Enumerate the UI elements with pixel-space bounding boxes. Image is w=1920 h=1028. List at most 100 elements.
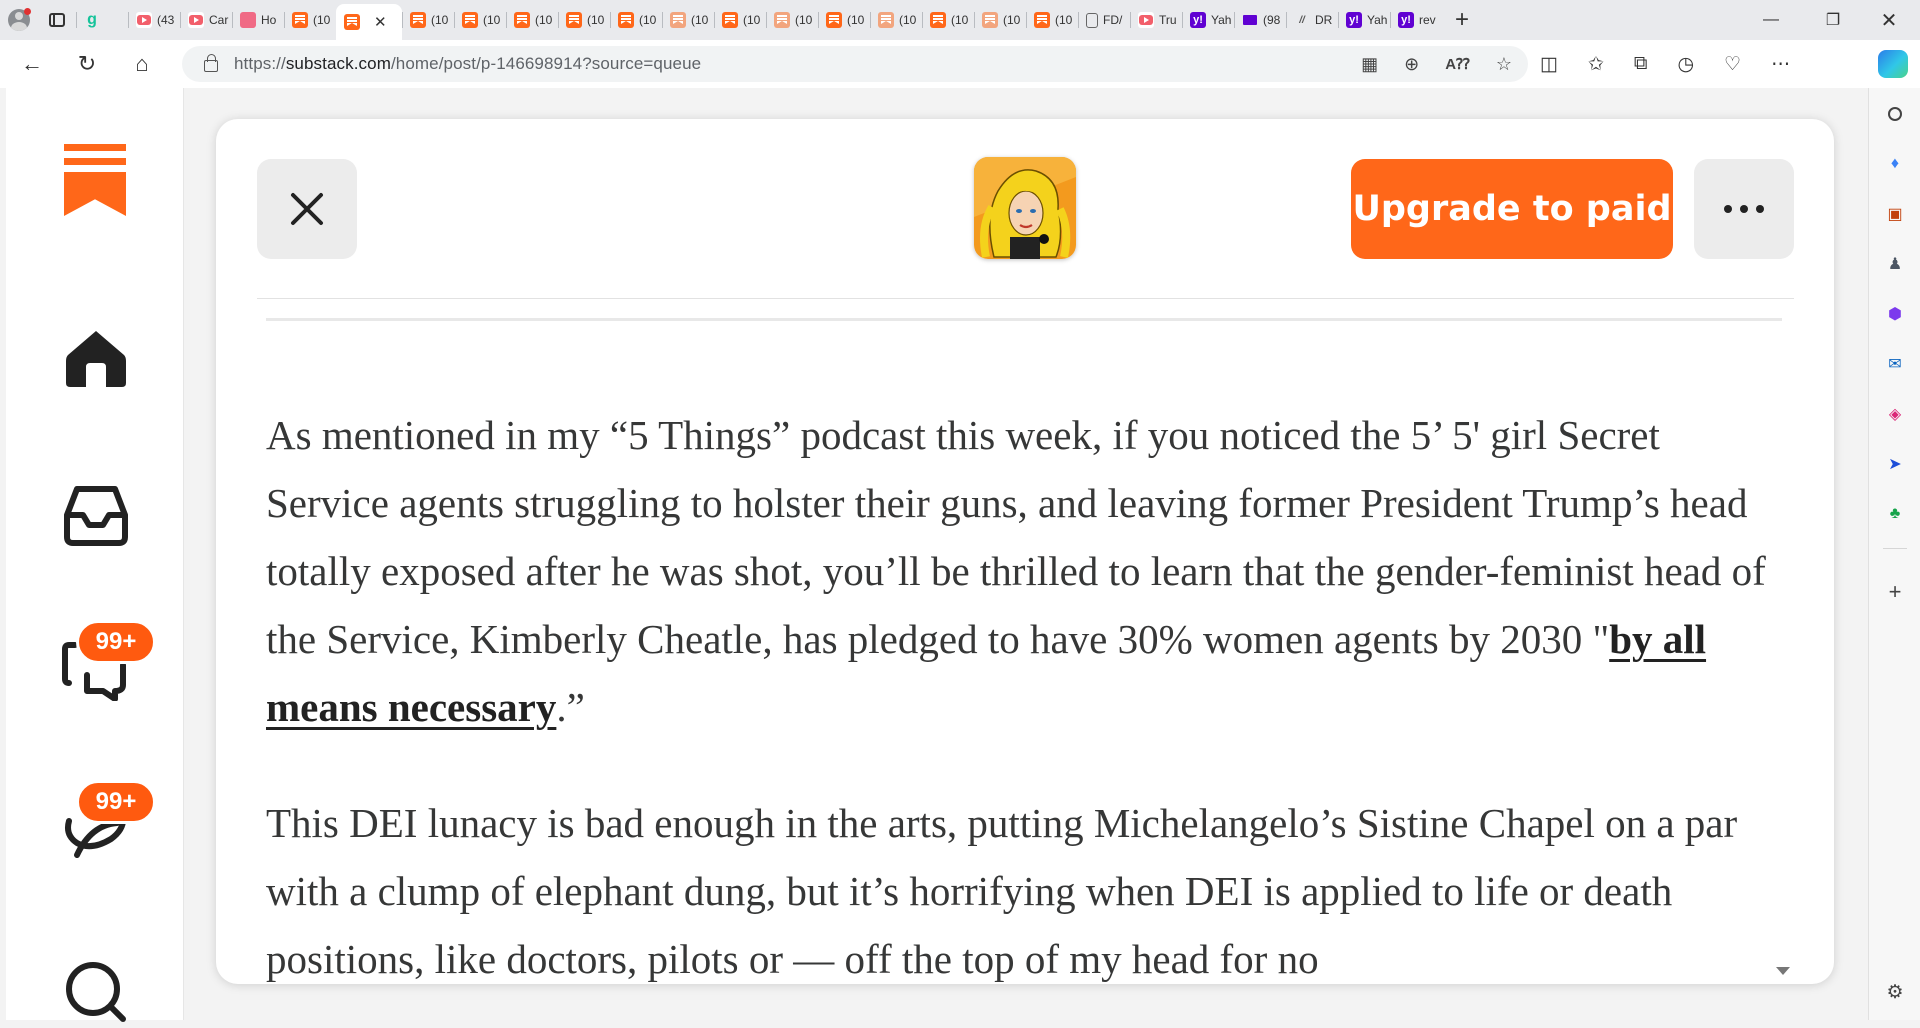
substack-icon (618, 12, 634, 28)
settings-more-icon[interactable]: ⋯ (1771, 53, 1790, 76)
substack-icon (462, 12, 478, 28)
tab-title: (10 (639, 13, 657, 27)
browser-tab[interactable]: y! Yah (1182, 0, 1234, 40)
sidebar-settings-icon[interactable]: ⚙ (1885, 982, 1905, 1003)
browser-tab-strip: g (43 Car Ho (10 ✕ (10 (10 (10 (10 (10 (10 (10 (10 (10… (0, 0, 1920, 40)
scroll-down-arrow-icon[interactable] (1776, 967, 1790, 975)
sidebar-shopping-icon[interactable]: ♦ (1885, 154, 1905, 174)
close-window-button[interactable]: ✕ (1862, 0, 1916, 40)
substack-icon (930, 12, 946, 28)
collections-icon[interactable]: ⧉ (1634, 53, 1648, 75)
sidebar-m365-icon[interactable]: ⬢ (1885, 304, 1905, 324)
youtube-icon (1138, 12, 1154, 28)
browser-tab[interactable]: (10 (506, 0, 558, 40)
browser-tab[interactable]: (10 (922, 0, 974, 40)
more-options-button[interactable] (1694, 159, 1794, 259)
paragraph-text-end: .” (556, 684, 585, 730)
search-nav-button[interactable] (56, 948, 136, 1028)
browser-tab[interactable]: // DR (1286, 0, 1338, 40)
inbox-icon (64, 486, 128, 546)
browser-tab[interactable]: Ho (232, 0, 284, 40)
close-tab-icon[interactable]: ✕ (374, 13, 387, 31)
substack-icon (292, 12, 308, 28)
browser-tab[interactable]: y! rev (1390, 0, 1442, 40)
tab-title: (10 (795, 13, 813, 27)
refresh-button[interactable]: ↻ (66, 46, 108, 82)
address-bar-row: ← ↻ ⌂ https://substack.com/home/post/p-1… (0, 40, 1920, 88)
sidebar-search-icon[interactable] (1885, 104, 1905, 124)
browser-tab[interactable]: (10 (402, 0, 454, 40)
substack-icon (566, 12, 582, 28)
tab-actions-button[interactable] (38, 0, 76, 40)
home-nav-button[interactable] (56, 318, 136, 398)
app-available-icon[interactable]: ▦ (1361, 54, 1378, 75)
post-body: As mentioned in my “5 Things” podcast th… (266, 401, 1786, 984)
url-text[interactable]: https://substack.com/home/post/p-1466989… (234, 54, 701, 74)
tab-title: (10 (535, 13, 553, 27)
substack-logo[interactable] (64, 144, 126, 216)
restore-button[interactable]: ❐ (1806, 0, 1860, 40)
favorites-icon[interactable]: ✩ (1588, 53, 1604, 76)
browser-tab[interactable]: (10 (714, 0, 766, 40)
post-paragraph: As mentioned in my “5 Things” podcast th… (266, 401, 1786, 741)
sidebar-add-icon[interactable]: + (1885, 579, 1905, 604)
lock-icon (204, 54, 218, 72)
browser-essentials-icon[interactable]: ♡ (1724, 53, 1741, 76)
substack-icon (514, 12, 530, 28)
edge-sidebar: ♦ ▣ ♟ ⬢ ✉ ◈ ➤ ♣ + ⚙ (1868, 88, 1920, 1020)
tab-title: Ho (261, 13, 277, 27)
browser-tab[interactable]: (43 (128, 0, 180, 40)
sidebar-tools-icon[interactable]: ▣ (1885, 204, 1905, 224)
address-field[interactable]: https://substack.com/home/post/p-1466989… (182, 46, 1528, 82)
inbox-nav-button[interactable] (56, 476, 136, 556)
zoom-icon[interactable]: ⊕ (1404, 54, 1419, 75)
browser-tab[interactable]: g (76, 0, 128, 40)
browser-tab[interactable]: (10 (558, 0, 610, 40)
tab-title: Yah (1211, 13, 1232, 27)
browser-tab[interactable]: (10 (662, 0, 714, 40)
substack-icon (1034, 12, 1050, 28)
url-scheme: https:// (234, 54, 286, 73)
read-aloud-icon[interactable]: A⁇ (1445, 55, 1470, 73)
content-divider (266, 318, 1782, 321)
substack-icon (670, 12, 686, 28)
chat-count-badge: 99+ (76, 620, 156, 664)
browser-tab[interactable]: y! Yah (1338, 0, 1390, 40)
split-screen-icon[interactable]: ◫ (1540, 53, 1558, 76)
sidebar-tree-icon[interactable]: ♣ (1885, 504, 1905, 524)
profile-button[interactable] (0, 0, 38, 40)
browser-tab[interactable]: (10 (610, 0, 662, 40)
browser-tab[interactable]: (10 (1026, 0, 1078, 40)
sidebar-games-icon[interactable]: ♟ (1885, 254, 1905, 274)
sidebar-outlook-icon[interactable]: ✉ (1885, 354, 1905, 374)
browser-tab[interactable]: (10 (870, 0, 922, 40)
browser-tab[interactable]: (10 (974, 0, 1026, 40)
browser-tab[interactable]: Car (180, 0, 232, 40)
browser-tab[interactable]: (10 (454, 0, 506, 40)
minimize-button[interactable]: — (1744, 0, 1798, 40)
favorite-star-icon[interactable]: ☆ (1496, 54, 1512, 75)
browser-tab[interactable]: (10 (766, 0, 818, 40)
browser-tab[interactable]: (98 (1234, 0, 1286, 40)
home-button[interactable]: ⌂ (121, 46, 163, 82)
close-post-button[interactable] (257, 159, 357, 259)
copilot-icon[interactable] (1878, 50, 1908, 78)
sidebar-designer-icon[interactable]: ◈ (1885, 404, 1905, 424)
tab-title: (10 (951, 13, 969, 27)
upgrade-to-paid-button[interactable]: Upgrade to paid (1351, 159, 1673, 259)
author-avatar[interactable] (974, 157, 1076, 259)
tab-title: (10 (431, 13, 449, 27)
browser-tab[interactable]: ✕ (336, 4, 402, 40)
browser-tab[interactable]: (10 (284, 0, 336, 40)
home-icon (66, 331, 126, 387)
history-icon[interactable]: ◷ (1677, 53, 1694, 76)
browser-tab[interactable]: Tru (1130, 0, 1182, 40)
browser-tab[interactable]: (10 (818, 0, 870, 40)
sidebar-send-icon[interactable]: ➤ (1885, 454, 1905, 474)
back-button[interactable]: ← (11, 46, 53, 82)
tab-title: (43 (157, 13, 175, 27)
browser-tab[interactable]: FD/ (1078, 0, 1130, 40)
new-tab-button[interactable]: + (1442, 0, 1482, 40)
tab-actions-icon (49, 13, 65, 27)
tab-title: Car (209, 13, 229, 27)
